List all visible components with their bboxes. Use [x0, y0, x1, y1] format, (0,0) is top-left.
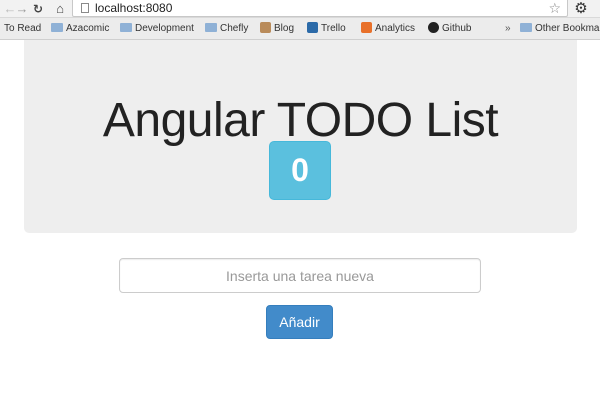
trello-icon — [307, 21, 318, 33]
bookmark-label: To Read — [4, 23, 42, 34]
folder-icon — [520, 22, 532, 32]
home-icon[interactable]: ⌂ — [52, 1, 68, 17]
bookmark-analytics[interactable]: Analytics — [361, 21, 416, 36]
reload-icon[interactable]: ↻ — [30, 1, 46, 17]
bookmark-label: Blog — [274, 23, 295, 34]
github-icon — [428, 21, 439, 33]
task-counter-badge: 0 — [269, 141, 331, 200]
header-panel: Angular TODO List 0 — [24, 40, 577, 233]
bookmarks-overflow-chevron[interactable]: » — [505, 22, 511, 36]
folder-icon — [120, 22, 132, 32]
bookmarks-bar: To Read Azacomic Development Chefly Blog… — [0, 18, 600, 40]
folder-icon — [51, 22, 63, 32]
bookmark-label: Github — [442, 23, 472, 34]
bookmark-blog[interactable]: Blog — [260, 21, 295, 36]
browser-toolbar: ← → ↻ ⌂ localhost:8080 ☆ ⚙ — [0, 0, 600, 18]
bookmark-chefly[interactable]: Chefly — [205, 22, 248, 36]
address-bar[interactable]: localhost:8080 ☆ — [72, 0, 568, 17]
bookmark-star-icon[interactable]: ☆ — [548, 0, 561, 16]
bookmark-label: Development — [135, 23, 194, 34]
blog-icon — [260, 21, 271, 33]
bookmark-azacomic[interactable]: Azacomic — [51, 22, 109, 36]
bookmark-development[interactable]: Development — [120, 22, 194, 36]
bookmark-label: Analytics — [375, 23, 416, 34]
bookmark-other[interactable]: Other Bookmar — [520, 22, 600, 36]
bookmark-github[interactable]: Github — [428, 21, 472, 36]
bookmark-label: Trello — [321, 23, 346, 34]
bookmark-label: Other Bookmar — [535, 23, 600, 34]
analytics-icon — [361, 21, 372, 33]
new-task-input[interactable] — [119, 258, 481, 293]
page-icon — [81, 3, 89, 13]
add-task-button[interactable]: Añadir — [266, 305, 333, 339]
folder-icon — [205, 22, 217, 32]
bookmark-trello[interactable]: Trello — [307, 21, 346, 36]
settings-gear-icon[interactable]: ⚙ — [572, 0, 590, 18]
bookmark-label: Chefly — [220, 23, 249, 34]
url-text[interactable]: localhost:8080 — [95, 1, 172, 15]
bookmark-to-read[interactable]: To Read — [4, 22, 41, 36]
forward-arrow-icon[interactable]: → — [14, 1, 30, 17]
bookmark-label: Azacomic — [66, 23, 110, 34]
